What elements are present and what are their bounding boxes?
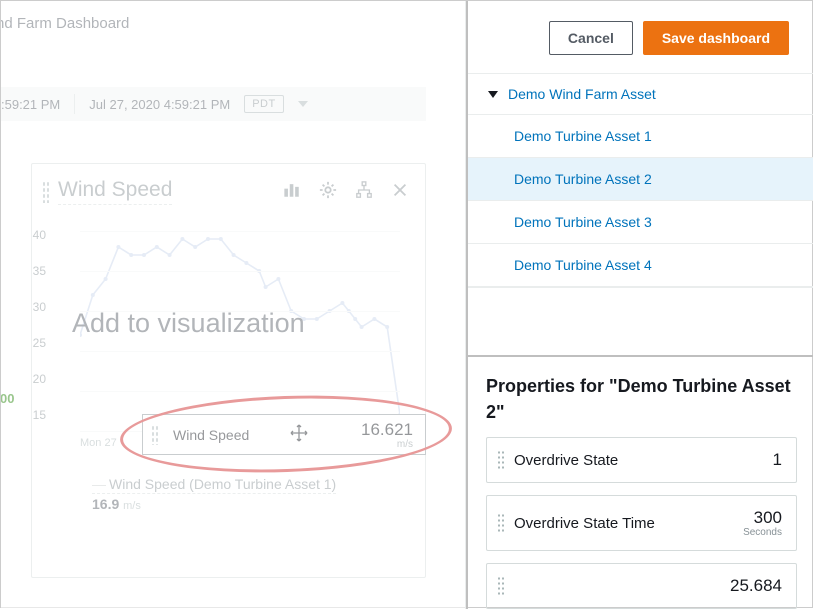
property-value: 25.684 (730, 576, 782, 595)
page-title: nd Farm Dashboard (1, 15, 129, 32)
drag-chip-unit: m/s (361, 440, 413, 450)
timezone-badge[interactable]: PDT (244, 95, 284, 113)
cancel-button[interactable]: Cancel (549, 21, 633, 55)
time-range-bar: :59:21 PM Jul 27, 2020 4:59:21 PM PDT (1, 87, 426, 121)
hierarchy-icon[interactable] (355, 181, 373, 202)
drag-handle-icon[interactable] (42, 181, 50, 203)
adjacent-value-fragment: 00 (1, 391, 14, 406)
property-name: Overdrive State (514, 452, 618, 469)
drag-chip-value: 16.621 (361, 420, 413, 439)
asset-tree-item[interactable]: Demo Turbine Asset 4 (468, 244, 813, 287)
drag-chip-label: Wind Speed (173, 427, 249, 443)
chart-type-icon[interactable] (283, 181, 301, 202)
property-item[interactable]: 25.684 (486, 563, 797, 609)
property-item[interactable]: Overdrive State 1 (486, 437, 797, 483)
drag-handle-icon[interactable] (151, 425, 159, 445)
chevron-down-icon[interactable] (298, 101, 308, 107)
asset-tree-item[interactable]: Demo Turbine Asset 3 (468, 201, 813, 244)
save-dashboard-button[interactable]: Save dashboard (643, 21, 789, 55)
x-tick: Mon 27 (80, 437, 117, 449)
asset-tree-parent[interactable]: Demo Wind Farm Asset (468, 74, 813, 115)
divider (74, 94, 75, 114)
time-end-partial: :59:21 PM (1, 97, 60, 112)
visualization-title[interactable]: Wind Speed (58, 178, 172, 205)
asset-parent-label: Demo Wind Farm Asset (508, 86, 656, 102)
asset-tree: Demo Wind Farm Asset Demo Turbine Asset … (468, 74, 813, 288)
properties-panel: Properties for "Demo Turbine Asset 2" Ov… (468, 355, 813, 609)
property-value: 1 (773, 450, 782, 469)
properties-title: Properties for "Demo Turbine Asset 2" (486, 373, 797, 425)
property-name: Overdrive State Time (514, 515, 655, 532)
chart-legend: —Wind Speed (Demo Turbine Asset 1) 16.9 … (92, 476, 336, 512)
triangle-down-icon (488, 91, 498, 98)
gear-icon[interactable] (319, 181, 337, 202)
property-value: 300 (754, 508, 782, 527)
move-cursor-icon (289, 423, 309, 446)
visualization-card[interactable]: Wind Speed 403530 252015 (31, 163, 426, 578)
drag-handle-icon[interactable] (497, 513, 504, 533)
property-item[interactable]: Overdrive State Time 300Seconds (486, 495, 797, 551)
close-icon[interactable] (391, 181, 409, 202)
drag-handle-icon[interactable] (497, 450, 504, 470)
asset-tree-item[interactable]: Demo Turbine Asset 1 (468, 115, 813, 158)
drop-hint-text: Add to visualization (72, 308, 305, 339)
drag-handle-icon[interactable] (497, 576, 504, 596)
property-drag-chip[interactable]: Wind Speed 16.621 m/s (142, 414, 426, 455)
side-panel: Cancel Save dashboard Demo Wind Farm Ass… (466, 1, 813, 609)
asset-tree-item[interactable]: Demo Turbine Asset 2 (468, 158, 813, 201)
property-unit: Seconds (743, 528, 782, 538)
time-range-full: Jul 27, 2020 4:59:21 PM (89, 97, 230, 112)
